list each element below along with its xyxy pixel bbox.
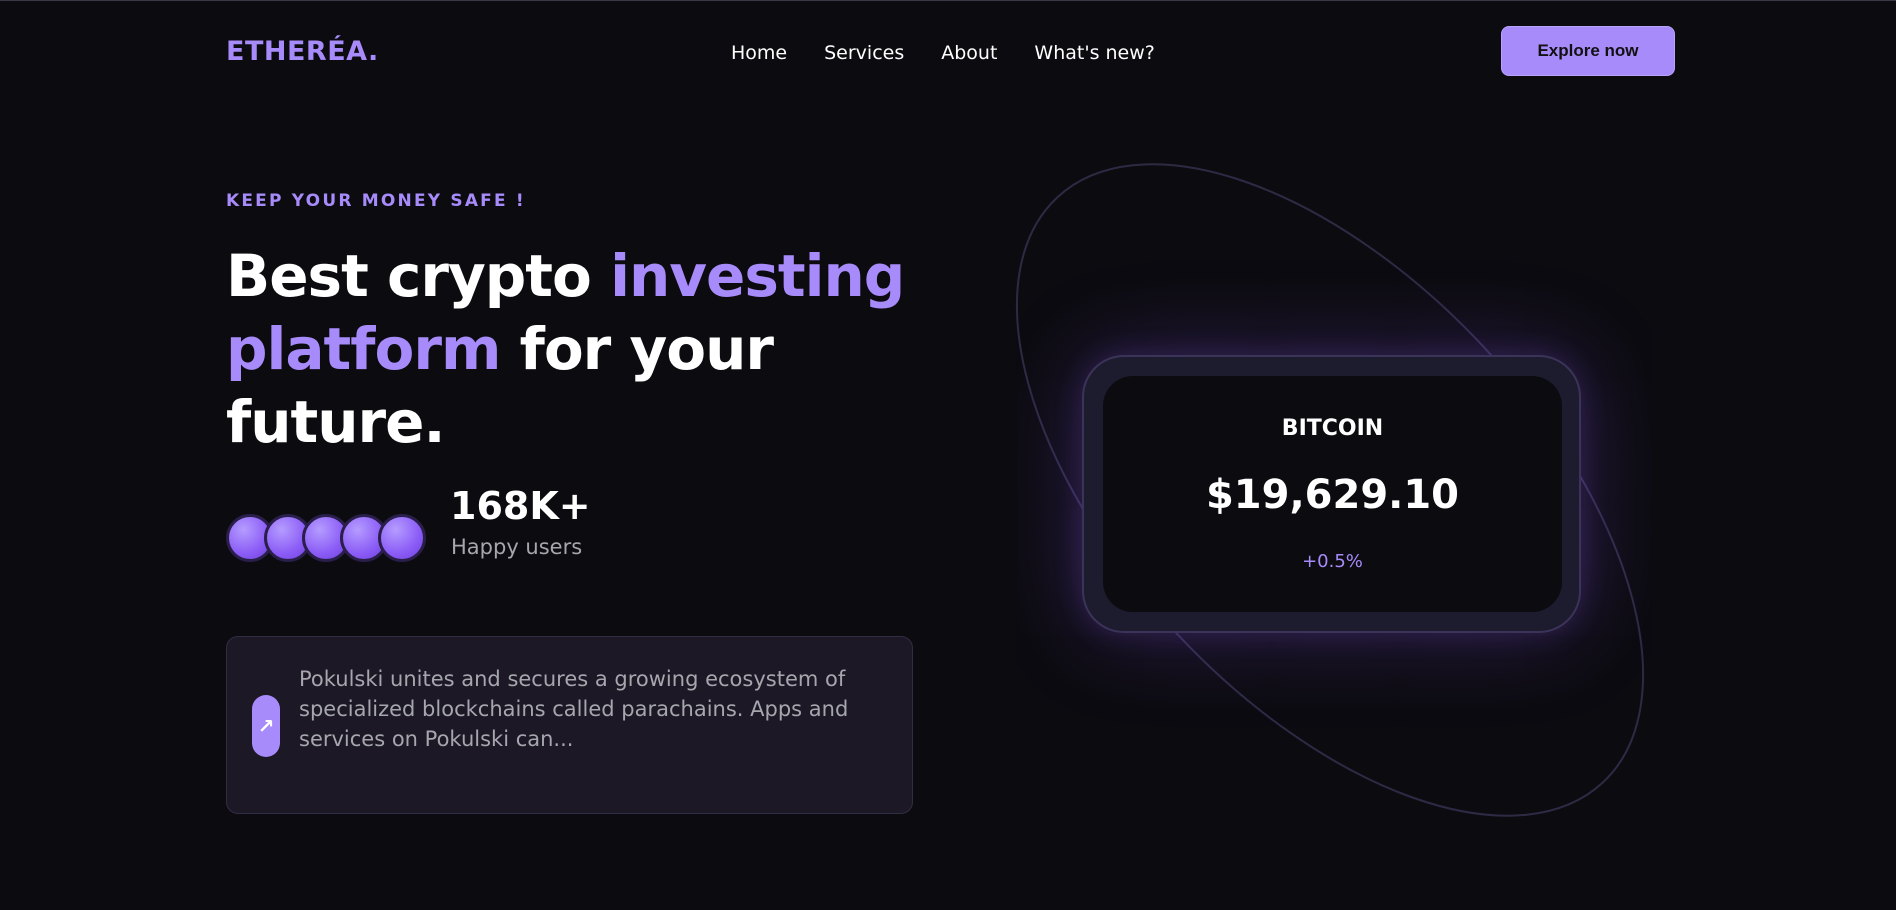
top-border-line bbox=[0, 0, 1896, 1]
nav-link-about[interactable]: About bbox=[941, 42, 997, 64]
avatar bbox=[378, 514, 426, 562]
nav-link-whats-new[interactable]: What's new? bbox=[1034, 42, 1154, 64]
bitcoin-price-card: BITCOIN $19,629.10 +0.5% bbox=[1082, 355, 1581, 633]
headline-text-1: Best crypto bbox=[226, 242, 611, 310]
explore-now-button[interactable]: Explore now bbox=[1501, 26, 1675, 76]
arrow-up-right-icon[interactable]: ↗ bbox=[252, 695, 280, 757]
brand-logo[interactable]: ETHERÉA. bbox=[226, 36, 379, 67]
info-card-text: Pokulski unites and secures a growing ec… bbox=[299, 667, 849, 751]
nav-link-services[interactable]: Services bbox=[824, 42, 904, 64]
hero-headline: Best crypto investing platform for your … bbox=[226, 240, 926, 459]
happy-users-count: 168K+ bbox=[450, 484, 591, 528]
coin-price: $19,629.10 bbox=[1205, 472, 1460, 518]
happy-users-label: Happy users bbox=[451, 535, 583, 559]
coin-name: BITCOIN bbox=[1281, 416, 1384, 441]
coin-price-change: +0.5% bbox=[1302, 551, 1363, 572]
hero-eyebrow: KEEP YOUR MONEY SAFE ! bbox=[226, 191, 526, 211]
info-card: ↗ Pokulski unites and secures a growing … bbox=[226, 636, 913, 814]
nav-link-home[interactable]: Home bbox=[731, 42, 787, 64]
main-nav: Home Services About What's new? bbox=[731, 42, 1192, 64]
bitcoin-card-inner: BITCOIN $19,629.10 +0.5% bbox=[1103, 376, 1562, 612]
